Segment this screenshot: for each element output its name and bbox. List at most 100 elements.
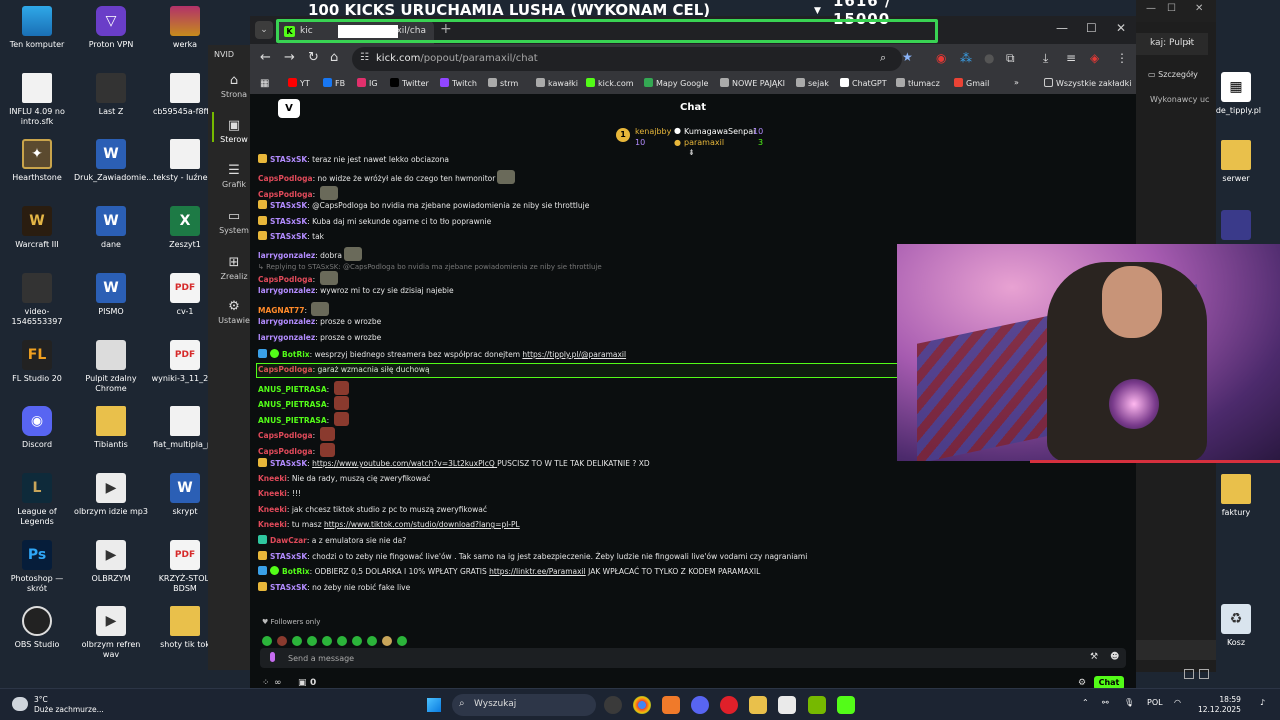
close-icon[interactable]: ✕ [1116,21,1126,35]
chat-settings-icon[interactable]: ⚙ [1078,678,1086,688]
chat-username[interactable]: STASxSK [270,232,307,241]
chrome-taskbar-icon[interactable] [633,696,651,714]
chat-username[interactable]: ANUS_PIETRASA [258,385,327,394]
discord-taskbar-icon[interactable] [691,696,709,714]
capcut-taskbar-icon[interactable] [778,696,796,714]
bits-icon[interactable]: ⁘ [262,678,270,688]
desktop-shortcut[interactable]: video-1546553397 [0,272,74,327]
chat-username[interactable]: BotRix [282,350,310,359]
leader-second-name[interactable]: KumagawaSenpai [684,127,755,136]
nvidia-nav-item[interactable]: ☰ Grafik [214,163,254,189]
desktop-shortcut[interactable]: Last Z [74,72,148,117]
chat-username[interactable]: DawCzar [270,536,307,545]
desktop-shortcut[interactable]: ◉ Discord [0,406,74,450]
start-button[interactable] [427,698,441,712]
chat-link[interactable]: https://linktr.ee/Paramaxil [489,567,586,576]
record-extension-icon[interactable]: ◉ [936,51,946,65]
chat-username[interactable]: STASxSK [270,459,307,468]
kicks-icon[interactable]: ▣ [298,678,307,688]
nvidia-nav-item[interactable]: ▣ Sterow [214,118,254,144]
back-icon[interactable]: ← [260,50,271,65]
desktop-shortcut[interactable]: FL FL Studio 20 [0,339,74,384]
all-bookmarks-folder[interactable]: Wszystkie zakładki [1044,78,1131,88]
widget-app-icon[interactable] [604,696,622,714]
bookmark-item[interactable]: IG [357,78,378,88]
nvidia-nav-item[interactable]: ⊞ Zrealiz [214,255,254,281]
desktop-shortcut[interactable]: ▽ Proton VPN [74,6,148,50]
explorer-path[interactable]: kaj: Pulpit [1136,33,1208,55]
tab-search-button[interactable]: ⌄ [255,21,273,39]
desktop-shortcut[interactable]: OBS Studio [0,606,74,650]
chat-username[interactable]: STASxSK [270,583,307,592]
emoji-icon[interactable]: ☻ [1110,652,1119,662]
clock[interactable]: 18:59 12.12.2025 [1198,695,1241,715]
chat-link[interactable]: https://www.tiktok.com/studio/download?l… [324,520,520,529]
nvidia-nav-item[interactable]: ▭ System [214,209,254,235]
chat-username[interactable]: CapsPodloga [258,174,313,183]
chat-username[interactable]: STASxSK [270,201,307,210]
desktop-shortcut[interactable]: ▶ olbrzym refren wav [74,606,148,660]
desktop-shortcut[interactable]: Pulpit zdalny Chrome [74,339,148,394]
tiles-view-icon[interactable] [1199,669,1209,679]
desktop-shortcut[interactable]: ▶ OLBRZYM [74,539,148,584]
desktop-shortcut[interactable]: INFLU 4.09 no intro.sfk [0,72,74,127]
bookmark-item[interactable]: Twitch [440,78,477,88]
desktop-shortcut[interactable]: W Druk_Zawiadomie... [74,139,154,183]
chat-username[interactable]: CapsPodloga [258,190,313,199]
emote-icon[interactable] [322,636,332,646]
brave-taskbar-icon[interactable] [662,696,680,714]
bookmarks-overflow-icon[interactable]: » [1014,78,1019,87]
chat-username[interactable]: larrygonzalez [258,251,315,260]
kick-taskbar-icon[interactable] [837,696,855,714]
chat-username[interactable]: Kneeki [258,505,287,514]
media-controls-icon[interactable]: ≡ [1066,51,1076,65]
emote-icon[interactable] [307,636,317,646]
microphone-tray-icon[interactable]: 🎙 [1124,698,1134,707]
leader-first-name[interactable]: kenajbby [635,127,671,136]
home-icon[interactable]: ⌂ [330,50,338,65]
infinity-icon[interactable]: ∞ [274,678,282,688]
translate-extension-icon[interactable]: ⁂ [960,51,972,65]
desktop-shortcut[interactable]: Wdane [74,206,148,250]
emote-icon[interactable] [337,636,347,646]
download-icon[interactable]: ⤓ [1043,51,1048,66]
chat-username[interactable]: Kneeki [258,474,287,483]
chat-username[interactable]: larrygonzalez [258,333,315,342]
apps-grid-icon[interactable]: ▦ [260,78,269,89]
reload-icon[interactable]: ↻ [308,50,319,65]
emote-icon[interactable] [277,636,287,646]
forward-icon[interactable]: → [284,50,295,65]
expand-leaderboard-icon[interactable]: ⇟ [688,148,695,157]
search-icon[interactable]: ⌕ [1186,37,1192,48]
emote-icon[interactable] [292,636,302,646]
desktop-shortcut[interactable]: W Warcraft III [0,206,74,250]
chat-link[interactable]: https://www.youtube.com/watch?v=3Lt2kuxP… [312,459,497,468]
emote-icon[interactable] [382,636,392,646]
chat-username[interactable]: ANUS_PIETRASA [258,400,327,409]
bookmark-item[interactable]: YT [288,78,310,88]
menu-kebab-icon[interactable]: ⋮ [1116,51,1128,65]
site-info-icon[interactable]: ☷ [360,52,369,63]
close-icon[interactable]: ✕ [1195,3,1203,14]
explorer-taskbar-icon[interactable] [749,696,767,714]
chat-username[interactable]: CapsPodloga [258,431,313,440]
desktop-shortcut[interactable]: ▶ olbrzym idzie mp3 [74,472,148,517]
taskbar-search[interactable]: ⌕ Wyszukaj [452,694,596,716]
chat-username[interactable]: STASxSK [270,552,307,561]
desktop-shortcut[interactable]: L League of Legends [0,472,74,527]
wifi-tray-icon[interactable]: ◠ [1174,698,1181,707]
address-bar[interactable]: ☷ kick.com/popout/paramaxil/chat ⌕ ★ [352,47,913,71]
notification-bell-icon[interactable]: ♪ [1260,698,1265,707]
details-button[interactable]: ▭ Szczegóły [1148,70,1198,79]
chat-username[interactable]: Kneeki [258,489,287,498]
minimize-icon[interactable]: — [1056,21,1068,35]
chat-username[interactable]: BotRix [282,567,310,576]
nvidia-taskbar-icon[interactable] [808,696,826,714]
bookmark-item[interactable]: Gmail [954,78,989,88]
emote-icon[interactable] [397,636,407,646]
bookmark-item[interactable]: strm [488,78,518,88]
bookmark-item[interactable]: Twitter [390,78,429,88]
desktop-shortcut[interactable]: W PISMO [74,272,148,317]
bookmark-item[interactable]: NOWE PAJĄKI [720,78,785,88]
chat-username[interactable]: larrygonzalez [258,286,315,295]
